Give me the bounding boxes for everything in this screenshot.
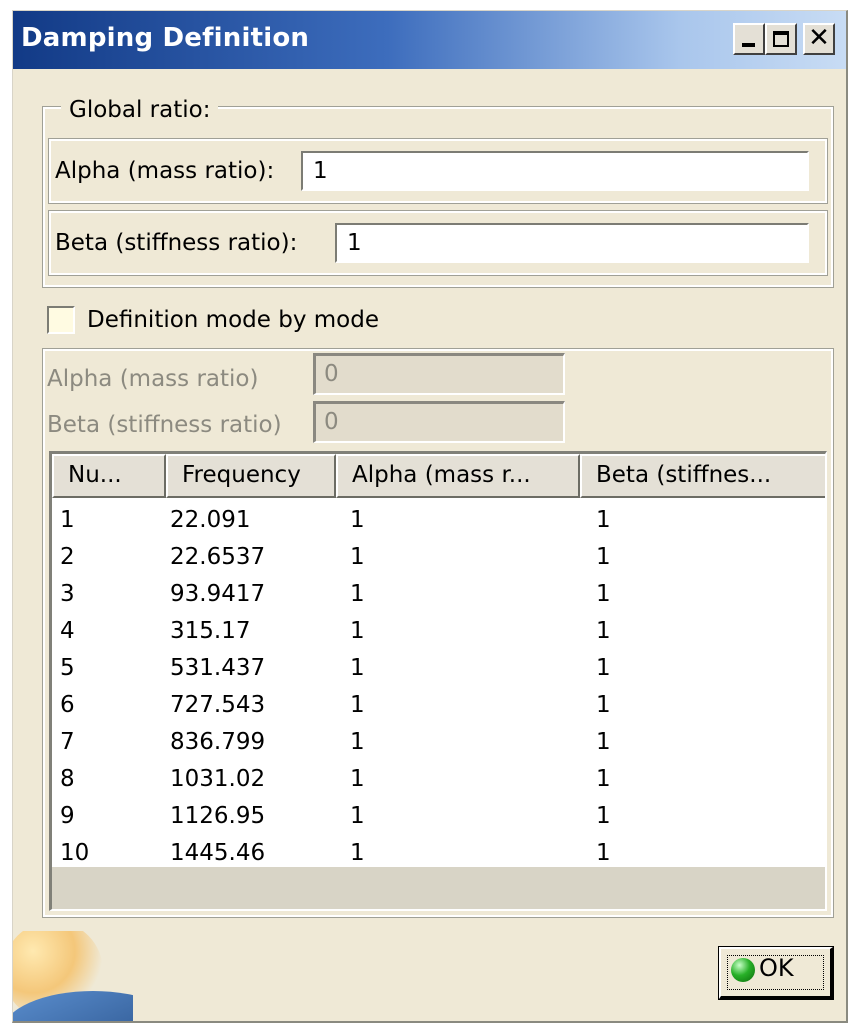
column-header-beta[interactable]: Beta (stiffnes...	[580, 454, 825, 498]
cell-frequency: 93.9417	[170, 581, 266, 607]
mode-alpha-label: Alpha (mass ratio)	[47, 366, 259, 392]
cell-alpha: 1	[350, 729, 365, 755]
mode-by-mode-label[interactable]: Definition mode by mode	[87, 307, 379, 333]
cell-alpha: 1	[350, 618, 365, 644]
cell-alpha: 1	[350, 692, 365, 718]
damping-definition-dialog: Damping Definition ✕ Global ratio: Alpha…	[12, 10, 848, 1023]
cell-number: 9	[60, 803, 75, 829]
close-button[interactable]: ✕	[803, 23, 835, 55]
cell-frequency: 315.17	[170, 618, 251, 644]
ok-button[interactable]: OK	[718, 946, 834, 1000]
minimize-button[interactable]	[733, 23, 765, 55]
global-alpha-row: Alpha (mass ratio): 1	[48, 138, 828, 204]
mode-by-mode-checkbox[interactable]	[47, 306, 75, 334]
cell-number: 6	[60, 692, 75, 718]
table-row[interactable]: 6 727.543 1 1	[52, 687, 825, 724]
modes-table: Nu... Frequency Alpha (mass r... Beta (s…	[49, 451, 827, 911]
cell-number: 3	[60, 581, 75, 607]
cell-alpha: 1	[350, 507, 365, 533]
global-alpha-input[interactable]: 1	[301, 151, 809, 191]
cell-number: 8	[60, 766, 75, 792]
cell-beta: 1	[596, 692, 611, 718]
title-bar[interactable]: Damping Definition ✕	[13, 11, 846, 69]
table-row[interactable]: 4 315.17 1 1	[52, 613, 825, 650]
minimize-icon	[742, 43, 755, 47]
cell-frequency: 727.543	[170, 692, 266, 718]
cell-beta: 1	[596, 618, 611, 644]
table-row[interactable]: 8 1031.02 1 1	[52, 761, 825, 798]
global-beta-label: Beta (stiffness ratio):	[55, 230, 298, 256]
cell-number: 1	[60, 507, 75, 533]
green-ok-icon	[731, 958, 755, 982]
cell-frequency: 22.091	[170, 507, 251, 533]
column-header-number[interactable]: Nu...	[52, 454, 166, 498]
cell-beta: 1	[596, 544, 611, 570]
global-beta-row: Beta (stiffness ratio): 1	[48, 210, 828, 276]
table-row[interactable]: 9 1126.95 1 1	[52, 798, 825, 835]
cell-beta: 1	[596, 507, 611, 533]
cell-number: 4	[60, 618, 75, 644]
cell-beta: 1	[596, 803, 611, 829]
maximize-button[interactable]	[765, 23, 797, 55]
column-header-frequency[interactable]: Frequency	[166, 454, 336, 498]
cell-number: 5	[60, 655, 75, 681]
close-icon: ✕	[808, 23, 830, 53]
table-header: Nu... Frequency Alpha (mass r... Beta (s…	[52, 454, 825, 498]
table-row[interactable]: 3 93.9417 1 1	[52, 576, 825, 613]
table-row[interactable]: 2 22.6537 1 1	[52, 539, 825, 576]
table-row[interactable]: 1 22.091 1 1	[52, 502, 825, 539]
cell-alpha: 1	[350, 544, 365, 570]
ok-label: OK	[759, 954, 794, 982]
decorative-corner-art	[13, 931, 133, 1021]
cell-number: 7	[60, 729, 75, 755]
cell-frequency: 22.6537	[170, 544, 266, 570]
cell-beta: 1	[596, 655, 611, 681]
cell-frequency: 1126.95	[170, 803, 266, 829]
cell-frequency: 1031.02	[170, 766, 266, 792]
table-footer	[52, 867, 825, 909]
cell-alpha: 1	[350, 581, 365, 607]
table-row[interactable]: 7 836.799 1 1	[52, 724, 825, 761]
cell-alpha: 1	[350, 655, 365, 681]
cell-alpha: 1	[350, 766, 365, 792]
global-beta-input[interactable]: 1	[335, 223, 809, 263]
global-alpha-label: Alpha (mass ratio):	[55, 158, 275, 184]
cell-alpha: 1	[350, 803, 365, 829]
cell-beta: 1	[596, 581, 611, 607]
cell-frequency: 531.437	[170, 655, 266, 681]
column-header-alpha[interactable]: Alpha (mass r...	[336, 454, 580, 498]
cell-frequency: 836.799	[170, 729, 266, 755]
global-ratio-legend: Global ratio:	[61, 97, 219, 123]
table-row[interactable]: 5 531.437 1 1	[52, 650, 825, 687]
cell-beta: 1	[596, 729, 611, 755]
maximize-icon	[773, 31, 789, 47]
cell-beta: 1	[596, 766, 611, 792]
window-title: Damping Definition	[21, 23, 310, 53]
cell-number: 2	[60, 544, 75, 570]
mode-beta-label: Beta (stiffness ratio)	[47, 412, 282, 438]
mode-beta-input[interactable]: 0	[313, 401, 565, 443]
mode-alpha-input[interactable]: 0	[313, 353, 565, 395]
